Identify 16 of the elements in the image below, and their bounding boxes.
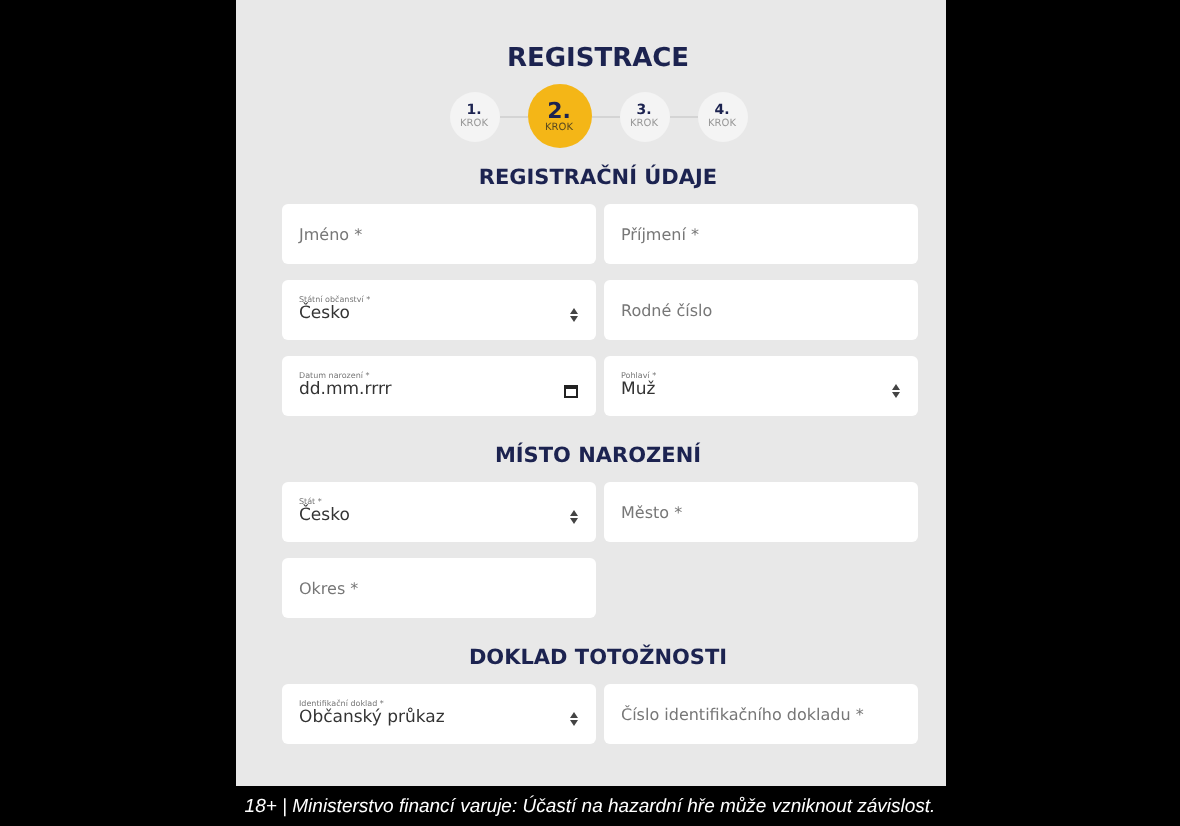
input-field[interactable]: Číslo identifikačního dokladu *	[603, 684, 917, 744]
select-arrows-icon	[569, 307, 577, 322]
input-field[interactable]: Okres *	[281, 558, 595, 618]
calendar-icon	[563, 383, 577, 398]
select-arrows-icon	[569, 509, 577, 524]
input-field[interactable]: Příjmení *	[603, 204, 917, 264]
select-arrows-icon	[569, 711, 577, 726]
section-heading: DOKLAD TOTOŽNOSTI	[468, 646, 728, 670]
section-heading: MÍSTO NAROZENÍ	[494, 444, 702, 468]
page-title: REGISTRACE	[506, 44, 690, 74]
section-heading: REGISTRAČNÍ ÚDAJE	[478, 166, 718, 190]
gambling-warning: 18+ | Ministerstvo financí varuje: Účastí na hazardní hře může vzniknout závislost.	[244, 795, 936, 817]
input-field[interactable]: Rodné číslo	[603, 280, 917, 340]
input-field[interactable]: Město *	[603, 482, 917, 542]
input-field[interactable]: Jméno *	[281, 204, 595, 264]
select-arrows-icon	[891, 383, 899, 398]
